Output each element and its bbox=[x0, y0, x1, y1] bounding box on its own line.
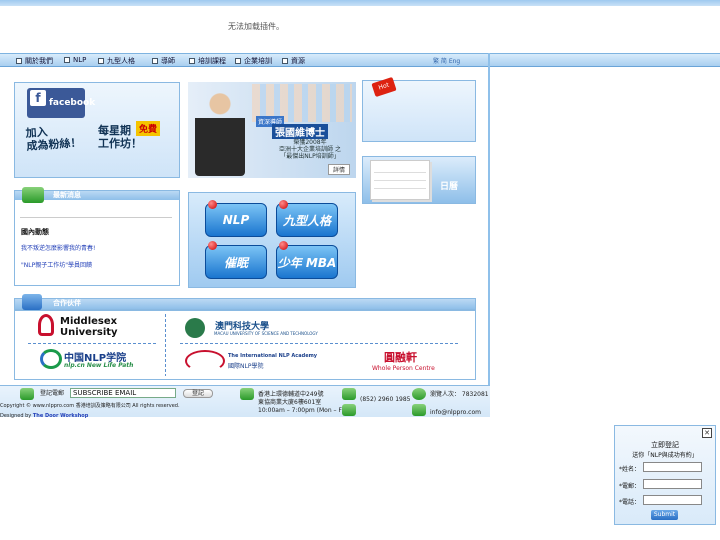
pin-icon bbox=[279, 241, 288, 250]
pin-icon bbox=[208, 200, 217, 209]
program-youth-mba-button[interactable]: 少年 MBA bbox=[276, 245, 338, 279]
copyright-text: Copyright © www.nlppro.com 香港培訓及策略有限公司 A… bbox=[0, 403, 180, 409]
join-fans-text: 加入 成為粉絲！ bbox=[25, 125, 82, 153]
free-badge: 免費 bbox=[136, 121, 161, 136]
partners-title: 合作伙伴 bbox=[15, 299, 475, 309]
partner-must-english: MACAU UNIVERSITY OF SCIENCE AND TECHNOLO… bbox=[214, 331, 318, 336]
nav-item-courses[interactable]: 培訓課程 bbox=[189, 56, 226, 66]
checkbox-icon bbox=[16, 58, 22, 64]
partner-whole-person[interactable]: 圓融軒 bbox=[384, 349, 417, 365]
address-text: 香港上環德輔道中249號 東協商業大廈6樓601室 10:00am – 7:00… bbox=[258, 391, 348, 414]
partner-nlpcn-url: nlp.cn New Life Path bbox=[64, 362, 134, 369]
nav-item-nlp[interactable]: NLP bbox=[64, 56, 86, 64]
checkbox-icon bbox=[64, 57, 70, 63]
name-field[interactable] bbox=[643, 462, 702, 472]
designer-link[interactable]: The Door Workshop bbox=[33, 413, 88, 419]
calendar-label: 日曆 bbox=[440, 182, 459, 192]
email-link[interactable]: info@nlppro.com bbox=[430, 409, 481, 417]
main-nav: 關於我們 NLP 九型人格 導師 培訓課程 企業培訓 資源 繁 简 Eng bbox=[0, 53, 720, 67]
location-icon bbox=[240, 388, 254, 400]
phone-field[interactable] bbox=[643, 495, 702, 505]
partner-divider bbox=[165, 314, 166, 376]
nav-item-enneagram[interactable]: 九型人格 bbox=[98, 56, 135, 66]
designed-by: Designed by The Door Workshop bbox=[0, 412, 88, 420]
fax-icon bbox=[342, 404, 356, 416]
partner-whole-person-english: Whole Person Centre bbox=[372, 365, 435, 372]
nav-item-corporate[interactable]: 企業培訓 bbox=[235, 56, 272, 66]
facebook-icon: f bbox=[30, 90, 46, 106]
news-panel: 最新消息 bbox=[14, 190, 180, 286]
register-subtitle: 送你「NLP與成功有約」 bbox=[632, 452, 698, 459]
partner-inlpa-chinese: 國際NLP學院 bbox=[228, 363, 264, 370]
must-logo bbox=[185, 318, 205, 338]
phone-icon bbox=[342, 388, 356, 400]
visitor-count: 瀏覽人次： 7832081 bbox=[430, 391, 489, 398]
calendar-row bbox=[374, 188, 426, 189]
partners-header: 合作伙伴 bbox=[14, 298, 476, 310]
program-hypnosis-button[interactable]: 催眠 bbox=[205, 245, 267, 279]
subscribe-label: 登記電郵 bbox=[40, 390, 65, 397]
news-item[interactable]: "NLP親子工作坊"學員回饋 bbox=[21, 260, 92, 269]
language-links[interactable]: 繁 简 Eng bbox=[433, 56, 460, 65]
news-icon bbox=[22, 187, 44, 203]
partners-icon bbox=[22, 294, 42, 310]
column-divider bbox=[488, 53, 490, 388]
checkbox-icon bbox=[189, 58, 195, 64]
news-category: 國內動態 bbox=[21, 228, 49, 236]
plugin-message: 无法加载插件。 bbox=[228, 22, 284, 31]
mail-icon bbox=[412, 404, 426, 416]
middlesex-logo bbox=[38, 314, 54, 336]
phone-label: *電話： bbox=[619, 499, 641, 506]
top-bar bbox=[0, 0, 720, 6]
facebook-brand: facebook bbox=[49, 98, 96, 108]
mentor-name: 張國維博士 bbox=[272, 124, 328, 139]
visitor-icon bbox=[412, 388, 426, 400]
mentor-photo bbox=[195, 88, 245, 176]
checkbox-icon bbox=[98, 58, 104, 64]
nav-item-mentors[interactable]: 導師 bbox=[152, 56, 175, 66]
phone-text: (852) 2960 1985 bbox=[360, 396, 411, 403]
news-divider bbox=[20, 217, 172, 218]
email-label: *電郵： bbox=[619, 483, 641, 490]
pin-icon bbox=[279, 200, 288, 209]
checkbox-icon bbox=[152, 58, 158, 64]
partner-divider bbox=[180, 343, 458, 344]
calendar-row bbox=[374, 180, 426, 181]
nlpcn-logo bbox=[40, 349, 62, 369]
register-title: 立即登記 bbox=[651, 441, 679, 449]
checkbox-icon bbox=[282, 58, 288, 64]
nav-item-about[interactable]: 關於我們 bbox=[16, 56, 53, 66]
subscribe-button[interactable]: 登記 bbox=[183, 389, 213, 398]
submit-button[interactable]: Submit bbox=[651, 510, 678, 520]
email-field[interactable] bbox=[643, 479, 702, 489]
calendar-row bbox=[374, 172, 426, 173]
mentor-detail-button[interactable]: 詳情 bbox=[328, 164, 351, 175]
checkbox-icon bbox=[235, 58, 241, 64]
nav-item-resources[interactable]: 資源 bbox=[282, 56, 305, 66]
news-item[interactable]: 我不叛逆怎麼影響我的青春! bbox=[21, 243, 95, 252]
partner-inlpa[interactable]: The International NLP Academy bbox=[228, 353, 317, 359]
partner-middlesex[interactable]: Middlesex University bbox=[60, 316, 118, 338]
inlpa-logo bbox=[185, 350, 225, 372]
email-icon bbox=[20, 388, 34, 400]
name-label: *姓名： bbox=[619, 466, 641, 473]
partner-divider bbox=[28, 343, 158, 344]
designed-by-label: Designed by bbox=[0, 413, 32, 419]
pin-icon bbox=[208, 241, 217, 250]
close-icon[interactable]: ✕ bbox=[702, 428, 712, 438]
subscribe-email-input[interactable] bbox=[70, 388, 176, 398]
mentor-description: 榮獲2008年 亞洲十大企業培訓師 之 「最傑出NLP培訓師」 bbox=[279, 139, 341, 160]
